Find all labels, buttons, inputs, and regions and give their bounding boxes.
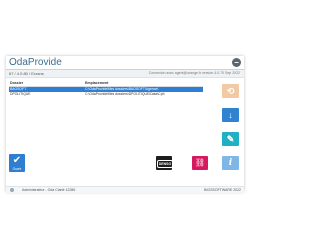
status-bar: Administrateur - Oda Clarté 12286 BIOSSO… xyxy=(6,186,244,193)
table-header: Dossier Emplacement xyxy=(9,80,203,87)
wrench-icon: ✎ xyxy=(226,134,235,144)
status-user: Administrateur - Oda Clarté 12286 xyxy=(22,188,76,192)
user-icon xyxy=(10,188,14,192)
info-bar: 67 / 4.0.80 / Ecrans Connexion avec agen… xyxy=(6,70,244,78)
check-icon: ✔ xyxy=(12,155,22,166)
sync-icon: ⟲ xyxy=(226,86,235,96)
download-arrow-icon: ↓ xyxy=(228,110,233,120)
info-button[interactable]: i xyxy=(222,156,239,170)
title-bar: OdaProvide − xyxy=(6,56,244,70)
info-icon: i xyxy=(228,158,233,168)
chain-link-icon: ⛓ xyxy=(194,158,206,167)
table-row[interactable]: DPOLITIQUE C:\OdaProvide\files dossiers\… xyxy=(9,92,203,97)
open-button[interactable]: ✔ Ouvrir xyxy=(9,154,25,172)
cell-emplacement: C:\OdaProvide\files dossiers\DPOLITIQUE\… xyxy=(85,92,165,96)
column-header-dossier[interactable]: Dossier xyxy=(10,80,23,86)
denso-button[interactable]: DENSO xyxy=(156,156,173,170)
column-header-emplacement[interactable]: Emplacement xyxy=(85,80,108,86)
open-button-label: Ouvrir xyxy=(12,167,22,171)
status-brand: BIOSSOFTWARE 2022 xyxy=(204,188,241,192)
folder-table: Dossier Emplacement BAOSOFT C:\OdaProvid… xyxy=(9,80,203,97)
link-button[interactable]: ⛓ xyxy=(192,156,208,170)
download-button[interactable]: ↓ xyxy=(222,108,239,122)
connection-hint: Connexion avec agent@orange.fr version 4… xyxy=(148,71,240,75)
app-window: OdaProvide − 67 / 4.0.80 / Ecrans Connex… xyxy=(6,56,244,193)
close-button[interactable]: − xyxy=(232,58,241,67)
denso-logo: DENSO xyxy=(157,160,173,168)
cell-dossier: DPOLITIQUE xyxy=(10,92,31,96)
settings-button[interactable]: ✎ xyxy=(222,132,239,146)
window-title: OdaProvide xyxy=(9,57,62,68)
sync-button[interactable]: ⟲ xyxy=(222,84,239,98)
breadcrumb: 67 / 4.0.80 / Ecrans xyxy=(9,71,44,76)
